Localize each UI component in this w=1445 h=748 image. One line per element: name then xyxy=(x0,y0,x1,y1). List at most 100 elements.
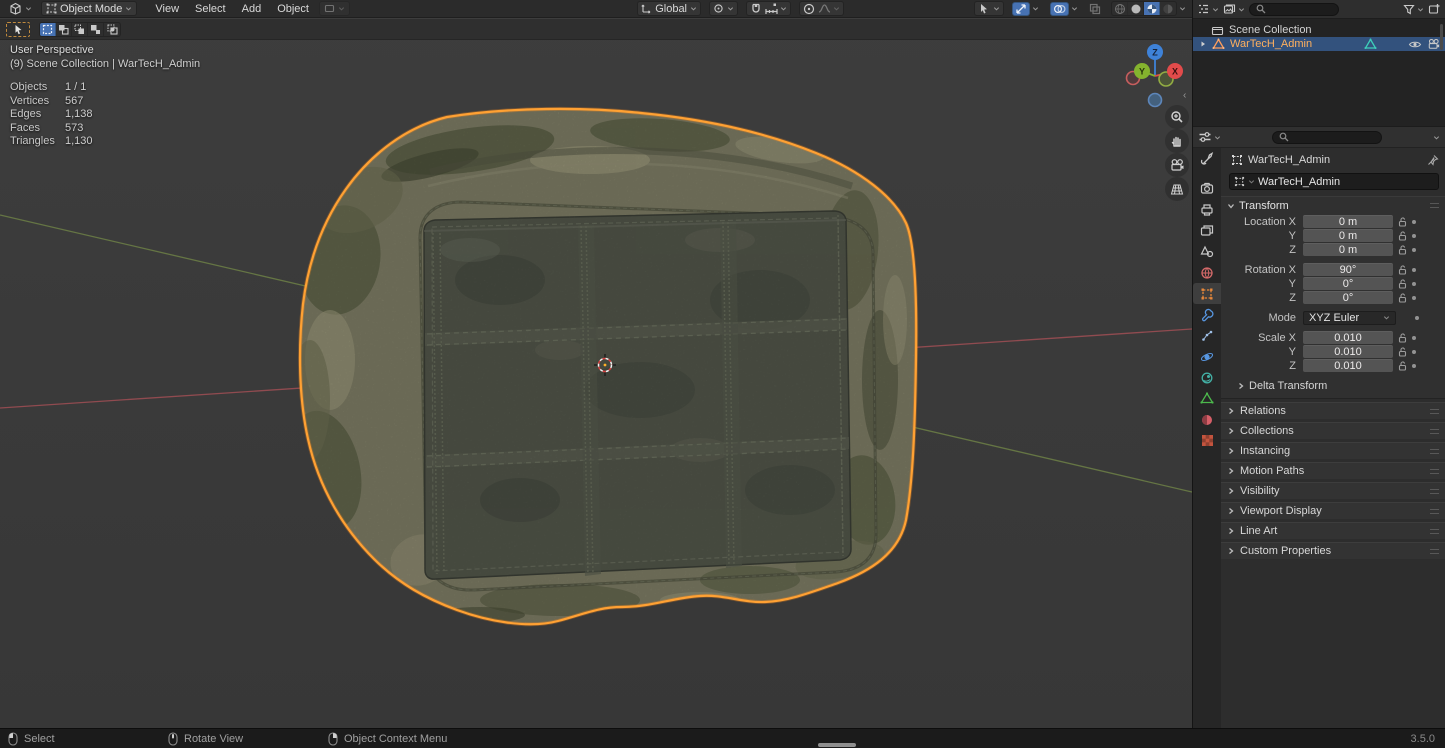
animate-dot[interactable] xyxy=(1412,234,1416,238)
animate-dot[interactable] xyxy=(1415,316,1419,320)
animate-dot[interactable] xyxy=(1412,268,1416,272)
lock-icon[interactable] xyxy=(1393,217,1411,227)
transform-orientation-dropdown[interactable]: Global xyxy=(637,1,701,16)
select-mode-invert[interactable] xyxy=(88,23,104,36)
animate-dot[interactable] xyxy=(1412,282,1416,286)
rotation-z-field[interactable]: 0° xyxy=(1303,291,1393,304)
statusbar-handle[interactable] xyxy=(818,743,856,747)
tab-material[interactable] xyxy=(1193,409,1221,430)
scale-y-field[interactable]: 0.010 xyxy=(1303,345,1393,358)
shading-rendered-button[interactable] xyxy=(1160,2,1176,15)
tab-texture[interactable] xyxy=(1193,430,1221,451)
panel-visibility[interactable]: Visibility xyxy=(1221,482,1445,499)
lock-icon[interactable] xyxy=(1393,245,1411,255)
select-mode-set[interactable] xyxy=(40,23,56,36)
panel-relations[interactable]: Relations xyxy=(1221,402,1445,419)
gizmo-axis-neg-z[interactable] xyxy=(1149,94,1162,107)
menu-add[interactable]: Add xyxy=(234,3,270,15)
gizmo-axis-y[interactable]: Y xyxy=(1134,63,1150,79)
delta-transform-subpanel[interactable]: Delta Transform xyxy=(1221,380,1445,392)
tab-modifiers[interactable] xyxy=(1193,304,1221,325)
panel-drag-handle[interactable] xyxy=(1430,449,1439,454)
sidebar-toggle-arrow[interactable]: ‹ xyxy=(1183,90,1186,101)
properties-options-dropdown[interactable] xyxy=(1433,134,1440,141)
select-mode-intersect[interactable] xyxy=(104,23,120,36)
panel-viewport-display[interactable]: Viewport Display xyxy=(1221,502,1445,519)
menu-select[interactable]: Select xyxy=(187,3,234,15)
editor-divider[interactable] xyxy=(1192,0,1193,728)
location-z-field[interactable]: 0 m xyxy=(1303,243,1393,256)
editor-type-button[interactable] xyxy=(4,1,37,16)
menu-object[interactable]: Object xyxy=(269,3,317,15)
proportional-falloff-dropdown[interactable] xyxy=(818,3,840,14)
shading-wireframe-button[interactable] xyxy=(1112,2,1128,15)
breadcrumb-object-name[interactable]: WarTecH_Admin xyxy=(1248,154,1330,166)
pin-icon[interactable] xyxy=(1427,154,1439,166)
lock-icon[interactable] xyxy=(1393,265,1411,275)
panel-drag-handle[interactable] xyxy=(1430,203,1439,208)
select-mode-subtract[interactable] xyxy=(72,23,88,36)
outliner-filter-button[interactable] xyxy=(1403,4,1424,15)
eye-visibility-icon[interactable] xyxy=(1408,39,1422,50)
tab-constraints[interactable] xyxy=(1193,367,1221,388)
outliner-scrollbar[interactable] xyxy=(1440,24,1443,50)
tab-world[interactable] xyxy=(1193,262,1221,283)
object-visibility-dropdown[interactable] xyxy=(974,1,1004,16)
tab-output[interactable] xyxy=(1193,199,1221,220)
header-extra-dropdown[interactable] xyxy=(319,1,350,16)
animate-dot[interactable] xyxy=(1412,350,1416,354)
proportional-editing-toggle[interactable] xyxy=(803,3,815,15)
show-gizmos-toggle[interactable] xyxy=(1012,2,1030,16)
animate-dot[interactable] xyxy=(1412,296,1416,300)
tab-physics[interactable] xyxy=(1193,346,1221,367)
lock-icon[interactable] xyxy=(1393,361,1411,371)
panel-custom-properties[interactable]: Custom Properties xyxy=(1221,542,1445,559)
transform-panel-header[interactable]: Transform xyxy=(1221,197,1445,214)
lock-icon[interactable] xyxy=(1393,231,1411,241)
move-view-button[interactable] xyxy=(1165,129,1189,153)
outliner-row-object[interactable]: WarTecH_Admin xyxy=(1193,37,1445,51)
animate-dot[interactable] xyxy=(1412,220,1416,224)
tab-view-layer[interactable] xyxy=(1193,220,1221,241)
lock-icon[interactable] xyxy=(1393,333,1411,343)
xray-toggle[interactable] xyxy=(1086,1,1104,16)
animate-dot[interactable] xyxy=(1412,248,1416,252)
toggle-perspective-button[interactable] xyxy=(1165,177,1189,201)
tab-object[interactable] xyxy=(1193,283,1221,304)
animate-dot[interactable] xyxy=(1412,364,1416,368)
properties-editor-type-button[interactable] xyxy=(1198,131,1221,143)
panel-drag-handle[interactable] xyxy=(1430,489,1439,494)
show-overlays-toggle[interactable] xyxy=(1050,2,1069,16)
panel-drag-handle[interactable] xyxy=(1430,529,1439,534)
tab-object-data[interactable] xyxy=(1193,388,1221,409)
tab-render[interactable] xyxy=(1193,178,1221,199)
lock-icon[interactable] xyxy=(1393,279,1411,289)
camera-view-button[interactable] xyxy=(1165,153,1189,177)
snap-target-dropdown[interactable] xyxy=(765,3,787,15)
lock-icon[interactable] xyxy=(1393,293,1411,303)
navigation-gizmo[interactable]: Z Y X xyxy=(1114,34,1198,118)
panel-drag-handle[interactable] xyxy=(1430,509,1439,514)
gizmo-axis-x[interactable]: X xyxy=(1167,63,1183,79)
outliner-row-scene-collection[interactable]: Scene Collection xyxy=(1193,23,1445,37)
rotation-y-field[interactable]: 0° xyxy=(1303,277,1393,290)
outliner-display-mode-dropdown[interactable] xyxy=(1223,3,1245,15)
tab-tool[interactable] xyxy=(1193,148,1221,169)
mode-selector[interactable]: Object Mode xyxy=(41,1,137,16)
panel-instancing[interactable]: Instancing xyxy=(1221,442,1445,459)
object-name-field[interactable]: WarTecH_Admin xyxy=(1229,173,1439,190)
panel-drag-handle[interactable] xyxy=(1430,409,1439,414)
shading-material-button[interactable] xyxy=(1144,2,1160,15)
location-y-field[interactable]: 0 m xyxy=(1303,229,1393,242)
panel-motion-paths[interactable]: Motion Paths xyxy=(1221,462,1445,479)
shading-dropdown[interactable] xyxy=(1179,5,1186,12)
active-tool-select-box[interactable] xyxy=(5,21,31,38)
scale-x-field[interactable]: 0.010 xyxy=(1303,331,1393,344)
rotation-mode-dropdown[interactable]: XYZ Euler xyxy=(1303,311,1396,325)
select-mode-extend[interactable] xyxy=(56,23,72,36)
render-visibility-camera-icon[interactable] xyxy=(1427,38,1441,50)
outliner-search-input[interactable] xyxy=(1249,3,1339,16)
gizmo-axis-z[interactable]: Z xyxy=(1147,44,1163,60)
location-x-field[interactable]: 0 m xyxy=(1303,215,1393,228)
rotation-x-field[interactable]: 90° xyxy=(1303,263,1393,276)
